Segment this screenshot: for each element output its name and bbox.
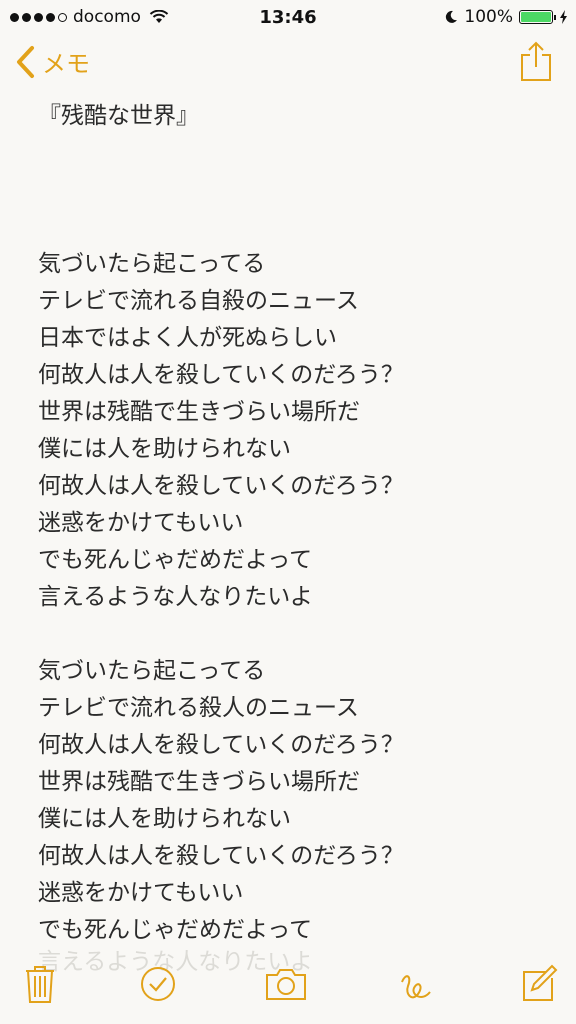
sketch-icon[interactable] [394, 962, 438, 1006]
note-line: 世界は残酷で生きづらい場所だ [38, 399, 360, 425]
compose-icon[interactable] [516, 962, 560, 1006]
status-bar: docomo 13:46 100% [0, 0, 576, 34]
charging-bolt-icon [560, 10, 567, 24]
navigation-bar: メモ [0, 38, 576, 90]
notes-screen: docomo 13:46 100% メモ 『残酷な世界』 気づいたら起こってる … [0, 0, 576, 1024]
note-line: 気づいたら起こってる [38, 658, 266, 684]
note-line: 言えるような人なりたいよ [38, 584, 313, 610]
trash-icon[interactable] [18, 962, 62, 1006]
status-time: 13:46 [259, 6, 317, 28]
wifi-icon [149, 10, 169, 23]
note-line: でも死んじゃだめだよって [38, 547, 313, 573]
back-button-label: メモ [42, 50, 90, 78]
battery-level-fill [521, 12, 551, 22]
note-content[interactable]: 『残酷な世界』 気づいたら起こってる テレビで流れる自殺のニュース 日本ではよく… [38, 98, 556, 949]
stanza-1: 気づいたら起こってる テレビで流れる自殺のニュース 日本ではよく人が死ぬらしい … [38, 246, 556, 616]
do-not-disturb-moon-icon [446, 10, 458, 23]
note-line: テレビで流れる殺人のニュース [38, 695, 359, 721]
note-line: 日本ではよく人が死ぬらしい [38, 325, 337, 351]
chevron-left-icon [17, 45, 34, 78]
note-line: 何故人は人を殺していくのだろう？ [38, 843, 404, 869]
back-button[interactable]: メモ [14, 44, 90, 79]
note-line: 僕には人を助けられない [38, 436, 291, 462]
checklist-icon[interactable] [136, 962, 180, 1006]
carrier-name: docomo [73, 7, 141, 27]
note-line: 気づいたら起こってる [38, 251, 266, 277]
signal-strength-icon [10, 12, 67, 22]
note-line: 世界は残酷で生きづらい場所だ [38, 769, 360, 795]
note-line: 何故人は人を殺していくのだろう？ [38, 473, 404, 499]
note-title: 『残酷な世界』 [38, 103, 199, 129]
note-line: テレビで流れる自殺のニュース [38, 288, 359, 314]
note-line: 何故人は人を殺していくのだろう？ [38, 362, 404, 388]
note-line: 迷惑をかけてもいい [38, 510, 244, 536]
note-line: 僕には人を助けられない [38, 806, 291, 832]
note-line: 迷惑をかけてもいい [38, 880, 244, 906]
battery-percent: 100% [464, 7, 513, 27]
bottom-toolbar: 言えるような人なりたいよ [0, 949, 576, 1024]
battery-icon [519, 10, 556, 24]
note-line: 何故人は人を殺していくのだろう？ [38, 732, 404, 758]
share-icon[interactable] [518, 40, 554, 84]
camera-icon[interactable] [264, 962, 308, 1006]
stanza-2: 気づいたら起こってる テレビで流れる殺人のニュース 何故人は人を殺していくのだろ… [38, 653, 556, 949]
